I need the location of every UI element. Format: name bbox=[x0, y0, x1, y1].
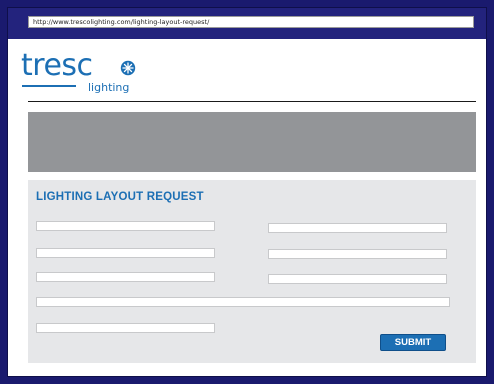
logo-underline bbox=[22, 85, 76, 87]
page-frame: http://www.trescolighting.com/lighting-l… bbox=[7, 7, 487, 377]
logo-subtitle: lighting bbox=[88, 81, 130, 94]
form-field-full-width[interactable] bbox=[36, 297, 450, 307]
lighting-layout-request-form: LIGHTING LAYOUT REQUEST SUBMIT bbox=[28, 180, 476, 363]
hero-banner bbox=[28, 112, 476, 172]
form-field-right-2[interactable] bbox=[268, 249, 447, 259]
form-field-left-3[interactable] bbox=[36, 272, 215, 282]
form-field-left-4[interactable] bbox=[36, 323, 215, 333]
star-burst-icon bbox=[120, 60, 136, 76]
form-field-left-2[interactable] bbox=[36, 248, 215, 258]
form-field-left-1[interactable] bbox=[36, 221, 215, 231]
tresco-logo[interactable]: tresc lighting bbox=[21, 51, 141, 101]
form-field-right-3[interactable] bbox=[268, 274, 447, 284]
browser-chrome: http://www.trescolighting.com/lighting-l… bbox=[8, 8, 486, 39]
logo-wordmark: tresc bbox=[21, 48, 93, 83]
submit-button[interactable]: SUBMIT bbox=[380, 334, 446, 351]
address-bar-url: http://www.trescolighting.com/lighting-l… bbox=[33, 18, 210, 26]
header-divider bbox=[28, 101, 476, 102]
address-bar[interactable]: http://www.trescolighting.com/lighting-l… bbox=[28, 16, 474, 28]
form-field-right-1[interactable] bbox=[268, 223, 447, 233]
form-title: LIGHTING LAYOUT REQUEST bbox=[36, 191, 204, 203]
